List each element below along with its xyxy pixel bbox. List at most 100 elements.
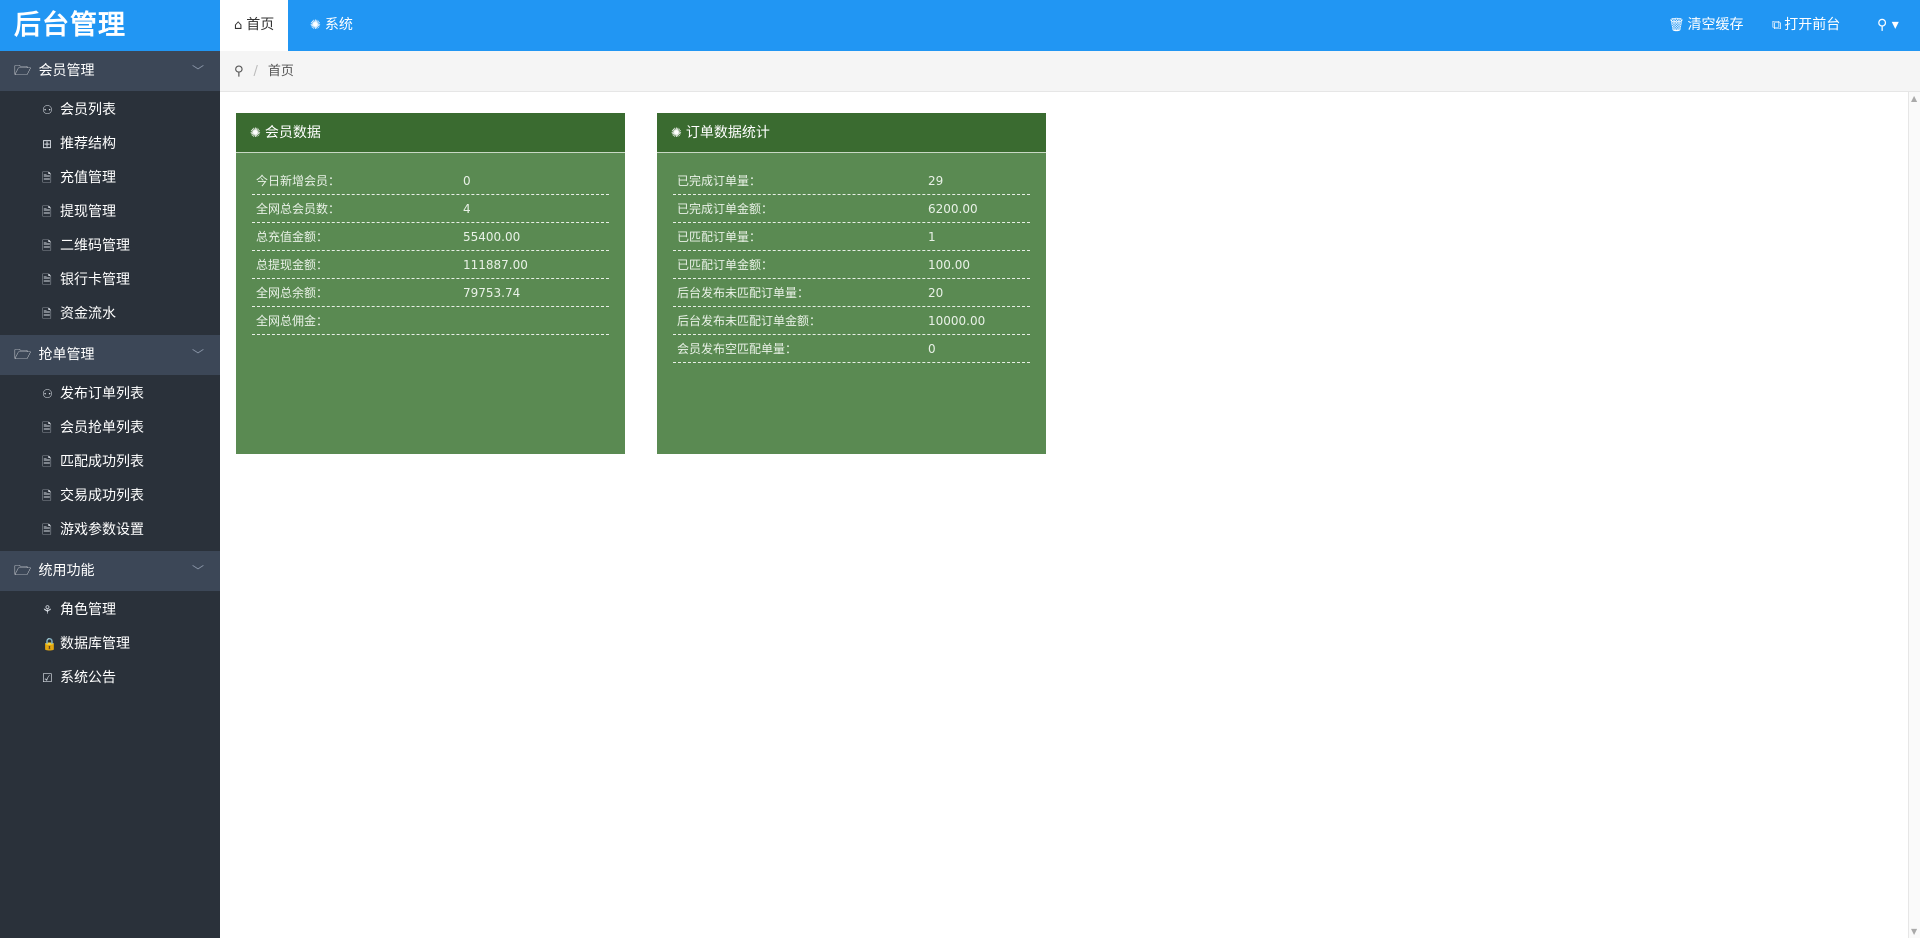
stat-row: 已匹配订单金额： 100.00: [673, 251, 1030, 279]
breadcrumb: ⚲ / 首页: [220, 51, 1920, 92]
grid-icon: ⊞: [42, 137, 53, 151]
sidebar-item-label: 资金流水: [60, 306, 116, 322]
stat-value: 10000.00: [928, 314, 986, 328]
stat-label: 已完成订单量：: [677, 174, 762, 188]
sidebar-item-label: 会员抢单列表: [60, 420, 144, 436]
chevron-down-icon: ﹀: [191, 348, 204, 362]
stat-row: 已匹配订单量： 1: [673, 223, 1030, 251]
breadcrumb-separator: /: [253, 64, 258, 79]
sidebar-item-bankcard[interactable]: 🗎 银行卡管理: [0, 263, 220, 297]
clear-cache-button[interactable]: 🗑 清空缓存: [1668, 0, 1744, 51]
sidebar-item-member-grabs[interactable]: 🗎 会员抢单列表: [0, 411, 220, 445]
sidebar-item-label: 会员列表: [60, 102, 116, 118]
document-icon: 🗎: [42, 307, 52, 321]
sidebar-item-member-list[interactable]: ⚇ 会员列表: [0, 93, 220, 127]
document-icon: 🗎: [42, 273, 52, 287]
sidebar-item-label: 交易成功列表: [60, 488, 144, 504]
stat-value: 4: [463, 202, 471, 216]
member-stats-card: ✺ 会员数据 今日新增会员： 0 全网总会员数： 4 总充值金额： 55400.00 总…: [236, 113, 625, 454]
scroll-down-icon[interactable]: ▼: [1911, 927, 1917, 936]
sidebar-item-database[interactable]: 🔒 数据库管理: [0, 627, 220, 661]
folder-open-icon: 🗁: [14, 63, 32, 79]
document-icon: 🗎: [42, 455, 52, 469]
sidebar-item-withdraw[interactable]: 🗎 提现管理: [0, 195, 220, 229]
user-icon: ⚇: [42, 387, 53, 401]
home-icon: ⌂: [234, 18, 243, 33]
user-dropdown-icon: ⚲ ▾: [1877, 17, 1899, 33]
stat-value: 20: [928, 286, 944, 300]
tab-home[interactable]: ⌂ 首页: [220, 0, 289, 51]
open-frontend-label: 打开前台: [1784, 17, 1841, 33]
sidebar-item-label: 提现管理: [60, 204, 116, 220]
order-stats-card: ✺ 订单数据统计 已完成订单量： 29 已完成订单金额： 6200.00 已匹配订单量…: [657, 113, 1046, 454]
stat-label: 已匹配订单量：: [677, 230, 762, 244]
scroll-up-icon[interactable]: ▲: [1911, 94, 1917, 103]
menu-group-orders[interactable]: 🗁 抢单管理 ﹀: [0, 335, 220, 375]
stat-value: 100.00: [928, 258, 970, 272]
document-icon: 🗎: [42, 421, 52, 435]
document-icon: 🗎: [42, 171, 52, 185]
breadcrumb-current[interactable]: 首页: [268, 64, 294, 79]
stat-row: 今日新增会员： 0: [252, 167, 609, 195]
user-menu-button[interactable]: ⚲ ▾: [1877, 0, 1899, 51]
sidebar-item-label: 角色管理: [60, 602, 116, 618]
document-icon: 🗎: [42, 239, 52, 253]
stat-row: 已完成订单金额： 6200.00: [673, 195, 1030, 223]
menu-group-member[interactable]: 🗁 会员管理 ﹀: [0, 51, 220, 91]
sidebar-item-label: 充值管理: [60, 170, 116, 186]
stat-row: 全网总佣金：: [252, 307, 609, 335]
stat-label: 全网总会员数：: [256, 202, 341, 216]
card-header: ✺ 订单数据统计: [657, 113, 1046, 153]
sidebar-item-published-orders[interactable]: ⚇ 发布订单列表: [0, 377, 220, 411]
sidebar-item-label: 发布订单列表: [60, 386, 144, 402]
sidebar-item-qrcode[interactable]: 🗎 二维码管理: [0, 229, 220, 263]
sidebar-item-label: 银行卡管理: [60, 272, 130, 288]
stat-row: 总充值金额： 55400.00: [252, 223, 609, 251]
menu-group: 🗁 统用功能 ﹀ ⚘ 角色管理 🔒 数据库管理 ☑ 系统公告: [0, 551, 220, 699]
gear-icon: ✺: [250, 126, 261, 141]
sidebar-item-matched[interactable]: 🗎 匹配成功列表: [0, 445, 220, 479]
stat-label: 全网总余额：: [256, 286, 329, 300]
stat-label: 后台发布未匹配订单量：: [677, 286, 810, 300]
gear-icon: ✺: [310, 18, 321, 33]
sidebar-item-roles[interactable]: ⚘ 角色管理: [0, 593, 220, 627]
menu-group-title: 统用功能: [38, 563, 95, 579]
sidebar-item-fund-flow[interactable]: 🗎 资金流水: [0, 297, 220, 331]
document-icon: 🗎: [42, 205, 52, 219]
stat-value: 0: [928, 342, 936, 356]
external-link-icon: ⧉: [1772, 18, 1782, 33]
sidebar-item-announcements[interactable]: ☑ 系统公告: [0, 661, 220, 695]
menu-group: 🗁 抢单管理 ﹀ ⚇ 发布订单列表 🗎 会员抢单列表 🗎 匹配成功列表 🗎 交易成功列表…: [0, 335, 220, 551]
vertical-scrollbar[interactable]: ▲ ▼: [1908, 92, 1920, 938]
card-header: ✺ 会员数据: [236, 113, 625, 153]
stat-label: 已匹配订单金额：: [677, 258, 774, 272]
menu-group: 🗁 会员管理 ﹀ ⚇ 会员列表 ⊞ 推荐结构 🗎 充值管理 🗎 提现管理 🗎 二维码管理 …: [0, 51, 220, 335]
stat-value: 111887.00: [463, 258, 528, 272]
sidebar-item-traded[interactable]: 🗎 交易成功列表: [0, 479, 220, 513]
stat-label: 会员发布空匹配单量：: [677, 342, 798, 356]
stat-row: 会员发布空匹配单量： 0: [673, 335, 1030, 363]
stat-label: 总充值金额：: [256, 230, 329, 244]
sidebar-item-recharge[interactable]: 🗎 充值管理: [0, 161, 220, 195]
stat-label: 今日新增会员：: [256, 174, 341, 188]
stat-row: 全网总余额： 79753.74: [252, 279, 609, 307]
stat-row: 后台发布未匹配订单量： 20: [673, 279, 1030, 307]
top-navbar: ⌂ 首页 ✺ 系统 🗑 清空缓存 ⧉ 打开前台 ⚲ ▾: [220, 0, 1920, 51]
user-icon: ⚇: [42, 103, 53, 117]
stat-label: 后台发布未匹配订单金额：: [677, 314, 822, 328]
sidebar: 后台管理 🗁 会员管理 ﹀ ⚇ 会员列表 ⊞ 推荐结构 🗎 充值管理 🗎 提现管理 🗎 二…: [0, 0, 220, 938]
tab-system[interactable]: ✺ 系统: [296, 0, 367, 51]
menu-group-common[interactable]: 🗁 统用功能 ﹀: [0, 551, 220, 591]
sidebar-item-referral[interactable]: ⊞ 推荐结构: [0, 127, 220, 161]
chevron-down-icon: ﹀: [191, 564, 204, 578]
chevron-down-icon: ﹀: [191, 64, 204, 78]
sidebar-item-game-settings[interactable]: 🗎 游戏参数设置: [0, 513, 220, 547]
stat-row: 全网总会员数： 4: [252, 195, 609, 223]
stat-value: 1: [928, 230, 936, 244]
open-frontend-button[interactable]: ⧉ 打开前台: [1772, 0, 1840, 51]
stat-value: 0: [463, 174, 471, 188]
stat-row: 总提现金额： 111887.00: [252, 251, 609, 279]
stat-value: 6200.00: [928, 202, 978, 216]
sidebar-item-label: 系统公告: [60, 670, 116, 686]
stat-value: 79753.74: [463, 286, 521, 300]
